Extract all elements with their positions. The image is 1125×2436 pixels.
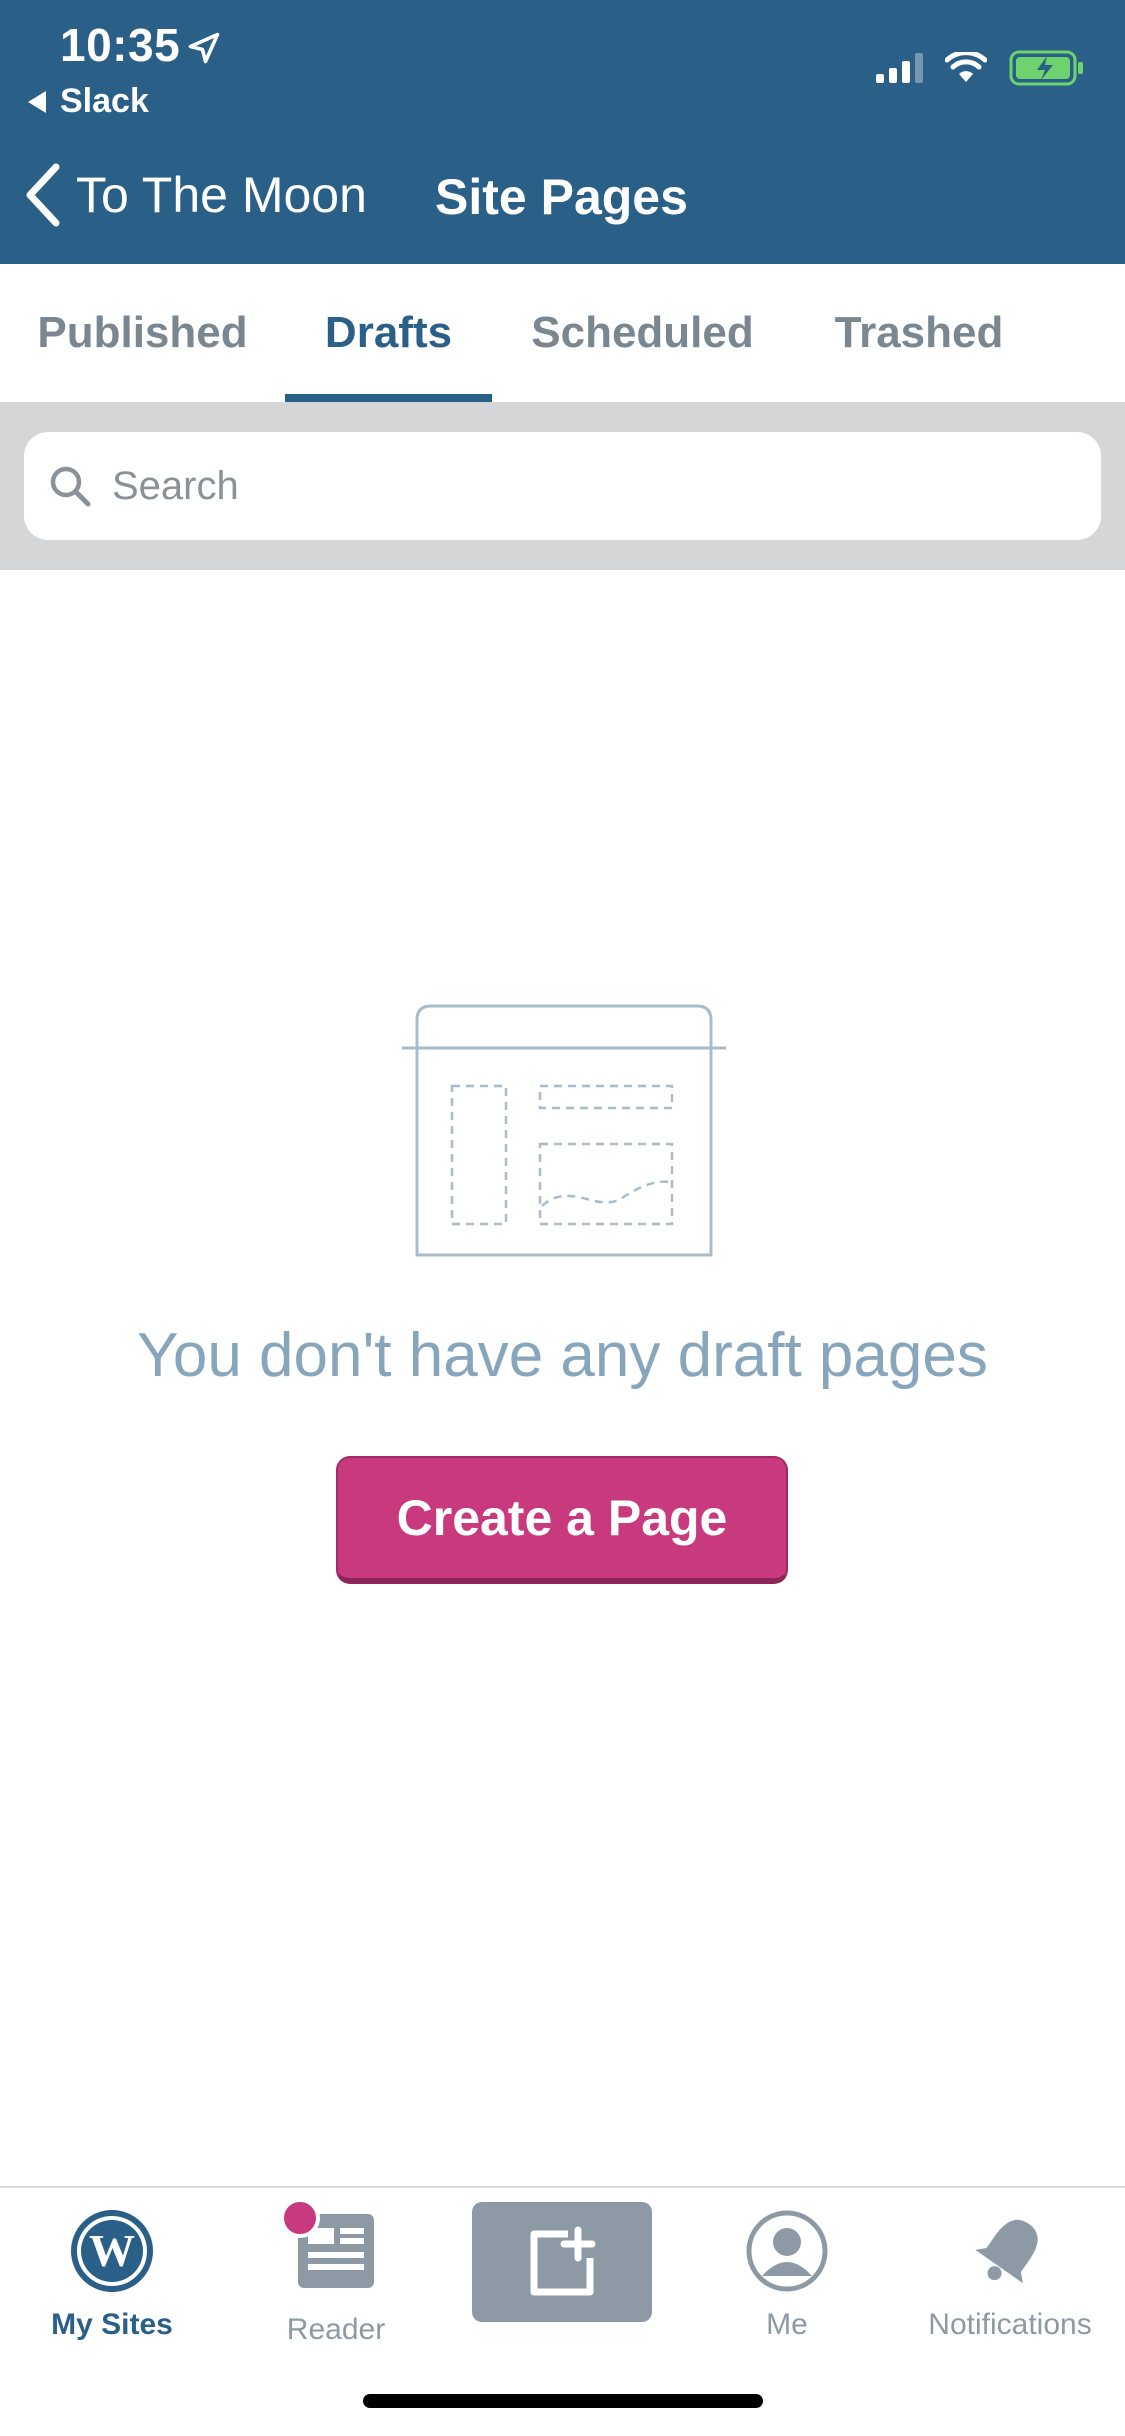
tabbar-my-sites[interactable]: W My Sites — [2, 2208, 222, 2342]
tabbar-label: Reader — [286, 2313, 386, 2346]
search-icon — [50, 466, 91, 507]
new-post-icon — [530, 2226, 596, 2296]
back-triangle-icon — [28, 90, 46, 113]
tabbar-label: My Sites — [51, 2308, 173, 2341]
unread-badge — [280, 2198, 320, 2238]
search-bar-container — [0, 402, 1125, 570]
nav-back-button[interactable]: To The Moon — [22, 163, 367, 227]
tabbar-me[interactable]: Me — [677, 2208, 897, 2342]
empty-pages-illustration — [402, 1004, 726, 1257]
battery-icon — [1009, 50, 1083, 86]
svg-text:W: W — [89, 2225, 135, 2276]
status-time: 10:35 — [60, 19, 181, 71]
status-indicators — [876, 50, 1085, 86]
filter-tabs: Published Drafts Scheduled Trashed — [0, 264, 1125, 403]
user-icon — [746, 2210, 828, 2292]
tabbar-label: Me — [766, 2308, 808, 2341]
tab-published[interactable]: Published — [20, 264, 265, 402]
back-to-app-label: Slack — [60, 82, 149, 120]
page-title: Site Pages — [435, 169, 688, 225]
new-post-button[interactable] — [472, 2202, 652, 2322]
wifi-icon — [945, 52, 987, 82]
header: 10:35 Slack To The Moon Site Pages — [0, 0, 1125, 264]
search-input[interactable] — [110, 462, 1014, 510]
wordpress-icon: W — [71, 2210, 153, 2292]
tabbar-label: Notifications — [928, 2308, 1092, 2341]
create-page-button[interactable]: Create a Page — [336, 1456, 788, 1584]
cellular-signal-icon — [876, 53, 923, 83]
empty-state-message: You don't have any draft pages — [137, 1321, 988, 1390]
tab-scheduled[interactable]: Scheduled — [515, 264, 770, 402]
tabbar-reader[interactable]: Reader — [226, 2198, 446, 2347]
back-to-app-button[interactable]: Slack — [28, 82, 149, 121]
tab-trashed[interactable]: Trashed — [812, 264, 1026, 402]
reader-icon-wrap — [280, 2198, 378, 2299]
tab-drafts[interactable]: Drafts — [285, 264, 492, 402]
screen: 10:35 Slack To The Moon Site Pages Publi… — [0, 0, 1125, 2436]
active-tab-indicator — [285, 394, 492, 402]
search-box[interactable] — [24, 432, 1101, 540]
location-arrow-icon — [188, 32, 220, 64]
nav-back-label: To The Moon — [76, 167, 367, 223]
bell-icon — [975, 2219, 1038, 2284]
home-indicator[interactable] — [363, 2394, 763, 2408]
chevron-left-icon — [26, 163, 60, 227]
tabbar-notifications[interactable]: Notifications — [900, 2208, 1120, 2342]
